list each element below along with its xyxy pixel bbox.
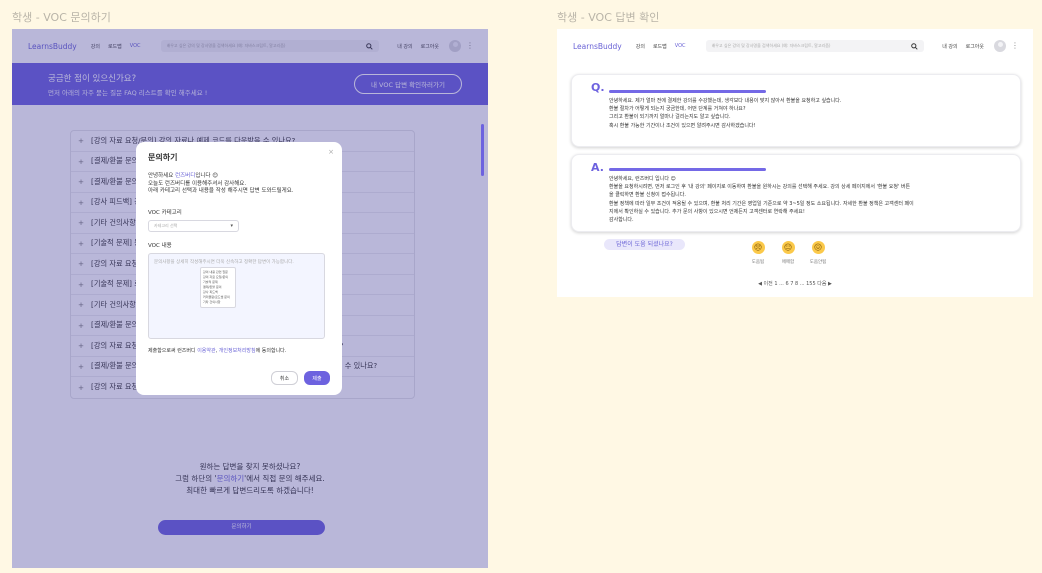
logout-link[interactable]: 로그아웃 <box>966 43 984 50</box>
nav-link-roadmap[interactable]: 로드맵 <box>653 43 667 50</box>
more-icon[interactable]: ⋮ <box>1011 42 1019 50</box>
answer-body: 안녕하세요, 런즈버디 입니다 😊 환불을 요청하시려면, 먼저 로그인 후 '… <box>609 176 914 224</box>
answer-mark: A. <box>591 161 604 174</box>
nav-link-voc[interactable]: VOC <box>675 43 686 49</box>
search-placeholder: 배우고 싶은 강의 및 강사명을 검색하세요 (예: 자바스크립트, 알고리즘) <box>711 43 831 48</box>
terms-link[interactable]: 이용약관 <box>197 348 215 354</box>
consent-text: 제출함으로써 런즈버디 이용약관, 개인정보처리방침에 동의합니다. <box>148 347 287 354</box>
confounded-face-icon: 😖 <box>811 241 825 254</box>
close-icon[interactable]: × <box>328 148 334 156</box>
persevering-face-icon: 😣 <box>751 241 765 254</box>
my-lecture-link[interactable]: 내 강의 <box>942 43 957 50</box>
category-label: VOC 카테고리 <box>148 209 182 216</box>
question-card: Q. 안녕하세요. 제가 얼마 전에 결제한 강의를 수강했는데, 생각보다 내… <box>571 74 1021 147</box>
question-body: 안녕하세요. 제가 얼마 전에 결제한 강의를 수강했는데, 생각보다 내용이 … <box>609 98 842 129</box>
pagination[interactable]: ◀ 이전 1 ... 6 7 8 ... 155 다음 ▶ <box>557 280 1033 287</box>
content-label: VOC 내용 <box>148 242 172 249</box>
feedback-unhelpful-button[interactable]: 😖 도움안됨 <box>798 241 838 265</box>
caret-down-icon: ▾ <box>230 222 233 229</box>
scrollbar-thumb[interactable] <box>481 124 484 176</box>
privacy-link[interactable]: 개인정보처리방침 <box>219 348 256 354</box>
category-select[interactable]: 카테고리 선택 ▾ <box>148 219 239 232</box>
frame-title-left: 학생 - VOC 문의하기 <box>12 11 111 24</box>
category-dropdown: 강의 내용 관련 질문 강의 자료 요청/문의 기술적 문제 결제/환불 문의 … <box>200 267 236 308</box>
category-option[interactable]: 기타 건의사항 <box>203 300 233 305</box>
top-nav: LearnsBuddy 강의 로드맵 VOC 배우고 싶은 강의 및 강사명을 … <box>557 29 1033 63</box>
submit-button[interactable]: 제출 <box>304 371 330 385</box>
content-textarea[interactable]: 문의사항을 상세히 작성해주시면 더욱 신속하고 정확한 답변이 가능합니다. <box>148 252 325 339</box>
search-input[interactable]: 배우고 싶은 강의 및 강사명을 검색하세요 (예: 자바스크립트, 알고리즘) <box>705 40 925 52</box>
question-title-bar <box>609 90 766 93</box>
modal-greeting: 안녕하세요 런즈버디입니다 😊 오늘도 런즈버디를 이용해주셔서 감사해요. 아… <box>148 173 294 194</box>
helpful-question-badge: 답변이 도움 되셨나요? <box>604 239 685 250</box>
avatar-icon[interactable] <box>994 40 1006 52</box>
inquiry-modal: × 문의하기 안녕하세요 런즈버디입니다 😊 오늘도 런즈버디를 이용해주셔서 … <box>136 142 342 395</box>
voc-inquiry-screen: LearnsBuddy 강의 로드맵 VOC 배우고 싶은 강의 및 강사명을 … <box>12 29 488 568</box>
voc-answer-screen: LearnsBuddy 강의 로드맵 VOC 배우고 싶은 강의 및 강사명을 … <box>557 29 1033 297</box>
category-placeholder: 카테고리 선택 <box>154 222 178 228</box>
question-mark: Q. <box>591 81 605 94</box>
nav-link-lectures[interactable]: 강의 <box>636 43 645 50</box>
answer-card: A. 안녕하세요, 런즈버디 입니다 😊 환불을 요청하시려면, 먼저 로그인 … <box>571 154 1021 232</box>
search-icon[interactable] <box>911 42 918 50</box>
frame-title-right: 학생 - VOC 답변 확인 <box>557 11 660 24</box>
content-placeholder: 문의사항을 상세히 작성해주시면 더욱 신속하고 정확한 답변이 가능합니다. <box>154 259 294 265</box>
logo[interactable]: LearnsBuddy <box>573 42 622 51</box>
cancel-button[interactable]: 취소 <box>271 371 298 385</box>
answer-title-bar <box>609 168 766 171</box>
neutral-face-icon: 😐 <box>781 241 795 254</box>
modal-title: 문의하기 <box>148 153 178 162</box>
